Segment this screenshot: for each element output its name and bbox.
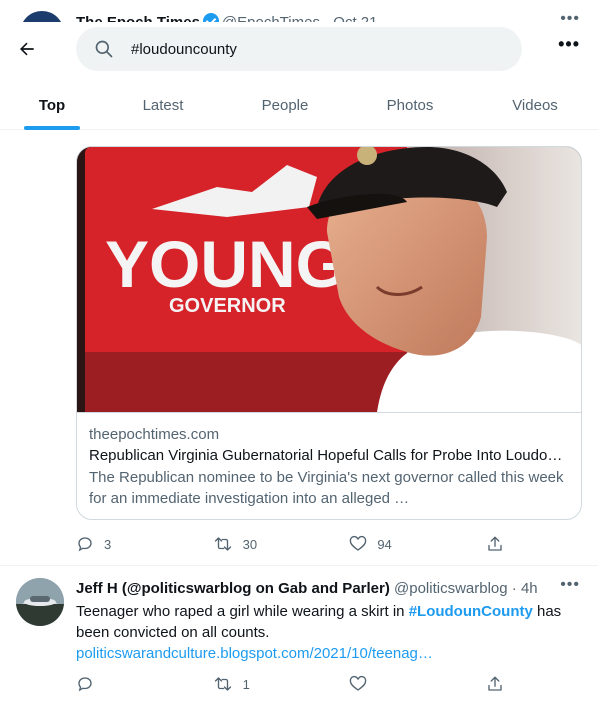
search-header: ••• Top Latest People Photos Videos: [0, 22, 598, 130]
reply-icon: [78, 537, 92, 552]
like-button[interactable]: [349, 672, 439, 696]
tab-people[interactable]: People: [222, 80, 348, 130]
like-icon: [350, 535, 367, 551]
tweet-text-part: Teenager who raped a girl while wearing …: [76, 603, 409, 620]
reply-icon: [78, 677, 92, 692]
url-link[interactable]: politicswarandculture.blogspot.com/2021/…: [76, 645, 433, 662]
back-arrow-icon: [20, 42, 34, 56]
tab-label: Latest: [142, 96, 184, 114]
sign-subtext: GOVERNOR: [169, 295, 286, 317]
tab-label: Photos: [386, 96, 434, 114]
share-icon: [488, 676, 502, 691]
card-domain: theepochtimes.com: [89, 426, 220, 443]
retweet-button[interactable]: 30: [213, 532, 303, 556]
tweet-actions: 1: [76, 672, 506, 696]
tab-label: People: [261, 96, 309, 114]
search-tabs: Top Latest People Photos Videos: [0, 80, 598, 130]
card-image[interactable]: YOUNGKI GOVERNOR: [77, 147, 581, 412]
reply-button[interactable]: 3: [76, 532, 166, 556]
card-body: theepochtimes.com Republican Virginia Gu…: [77, 412, 581, 519]
avatar[interactable]: [16, 578, 64, 626]
card-photo: YOUNGKI GOVERNOR: [77, 147, 581, 412]
share-button[interactable]: [486, 672, 506, 696]
reply-count: 3: [104, 536, 112, 552]
like-count: 94: [377, 536, 392, 552]
hashtag-link[interactable]: #LoudounCounty: [409, 603, 533, 620]
search-input[interactable]: [131, 27, 501, 71]
tab-latest[interactable]: Latest: [104, 80, 222, 130]
back-button[interactable]: [10, 32, 44, 66]
avatar-image: [16, 578, 64, 626]
tab-top[interactable]: Top: [0, 80, 104, 130]
tweet[interactable]: YOUNGKI GOVERNOR theepochtimes.com Repub…: [0, 130, 598, 566]
retweet-icon: [214, 537, 231, 551]
link-card[interactable]: YOUNGKI GOVERNOR theepochtimes.com Repub…: [76, 146, 582, 520]
author-name[interactable]: Jeff H (@politicswarblog on Gab and Parl…: [76, 580, 390, 597]
search-icon: [95, 40, 113, 58]
tab-photos[interactable]: Photos: [348, 80, 472, 130]
more-icon[interactable]: •••: [560, 576, 580, 594]
retweet-count: 30: [242, 536, 258, 552]
retweet-count: 1: [242, 676, 250, 692]
like-icon: [350, 675, 367, 691]
tweet-text: Teenager who raped a girl while wearing …: [76, 601, 576, 664]
reply-button[interactable]: [76, 672, 166, 696]
like-button[interactable]: 94: [349, 532, 439, 556]
tab-videos[interactable]: Videos: [472, 80, 598, 130]
share-icon: [488, 536, 502, 551]
card-title: Republican Virginia Gubernatorial Hopefu…: [89, 447, 569, 464]
retweet-button[interactable]: 1: [213, 672, 303, 696]
retweet-icon: [214, 677, 231, 691]
search-box[interactable]: [76, 27, 522, 71]
tweet-actions: 3 30 94: [76, 532, 506, 556]
tab-label: Videos: [512, 96, 558, 114]
tab-label: Top: [38, 96, 66, 114]
card-description: The Republican nominee to be Virginia's …: [89, 469, 564, 507]
author-handle: @politicswarblog · 4h: [394, 580, 538, 597]
tweet[interactable]: Jeff H (@politicswarblog on Gab and Parl…: [0, 566, 598, 710]
more-icon[interactable]: •••: [558, 34, 580, 55]
share-button[interactable]: [486, 532, 506, 556]
